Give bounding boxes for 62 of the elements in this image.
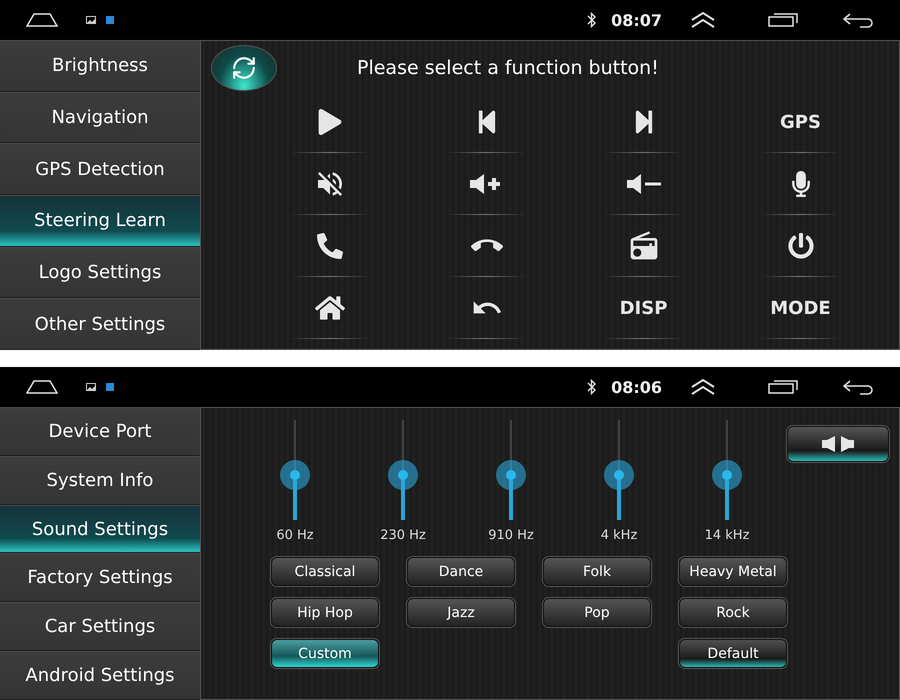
- function-button[interactable]: [786, 231, 816, 261]
- clock-time: 08:06: [611, 378, 662, 396]
- slider-thumb[interactable]: [712, 460, 742, 490]
- sidebar-item[interactable]: Other Settings: [0, 298, 200, 350]
- chevrons-up-icon: [690, 11, 716, 29]
- band-label: 230 Hz: [380, 528, 426, 543]
- home-icon: [26, 13, 58, 27]
- volume-down-icon: [624, 171, 662, 197]
- bluetooth-icon: [587, 379, 598, 395]
- band-label: 14 kHz: [704, 528, 750, 543]
- preset-button[interactable]: Pop: [543, 598, 651, 627]
- sidebar-item[interactable]: Logo Settings: [0, 246, 200, 298]
- sidebar-item[interactable]: Car Settings: [0, 602, 200, 652]
- function-button[interactable]: [314, 231, 344, 261]
- slider-thumb[interactable]: [280, 460, 310, 490]
- chevrons-up-icon: [690, 378, 716, 396]
- preset-button[interactable]: Hip Hop: [271, 598, 379, 627]
- preset-button[interactable]: Jazz: [407, 598, 515, 627]
- sidebar-item[interactable]: GPS Detection: [0, 143, 200, 196]
- preset-button[interactable]: Dance: [407, 557, 515, 586]
- sidebar-item[interactable]: Brightness: [0, 40, 200, 92]
- speaker-button[interactable]: [787, 426, 889, 462]
- function-button[interactable]: GPS: [778, 110, 823, 134]
- prompt-text: Please select a function button!: [357, 57, 659, 79]
- recent-apps-icon: [768, 13, 798, 27]
- sidebar-item[interactable]: Factory Settings: [0, 553, 200, 602]
- preset-button[interactable]: Rock: [679, 598, 787, 627]
- sidebar-item[interactable]: System Info: [0, 456, 200, 505]
- power-icon: [788, 233, 814, 259]
- sidebar-item[interactable]: Steering Learn: [0, 195, 200, 247]
- function-button[interactable]: DISP: [618, 296, 670, 320]
- back-icon: [842, 12, 874, 28]
- app-icon: [106, 383, 114, 391]
- default-button[interactable]: Default: [679, 639, 787, 668]
- sidebar-item[interactable]: Navigation: [0, 92, 200, 144]
- preset-button[interactable]: Classical: [271, 557, 379, 586]
- function-button[interactable]: MODE: [768, 296, 833, 320]
- band-label: 4 kHz: [600, 528, 638, 543]
- preset-button[interactable]: Custom: [271, 639, 379, 668]
- app-icon: [106, 16, 114, 24]
- home-icon: [26, 380, 58, 394]
- band-label: 910 Hz: [488, 528, 534, 543]
- bluetooth-icon: [587, 12, 598, 28]
- sidebar-item[interactable]: Android Settings: [0, 651, 200, 700]
- radio-icon: [628, 230, 660, 262]
- refresh-icon: [231, 55, 257, 81]
- band-label: 60 Hz: [276, 528, 314, 543]
- slider-thumb[interactable]: [604, 460, 634, 490]
- phone-icon: [316, 233, 342, 259]
- image-icon: [86, 16, 96, 24]
- recent-apps-icon: [768, 380, 798, 394]
- slider-thumb[interactable]: [496, 460, 526, 490]
- back-icon: [842, 379, 874, 395]
- preset-button[interactable]: Heavy Metal: [679, 557, 787, 586]
- sidebar-item[interactable]: Sound Settings: [0, 504, 200, 554]
- clock-time: 08:07: [611, 10, 662, 30]
- slider-thumb[interactable]: [388, 460, 418, 490]
- image-icon: [86, 383, 96, 391]
- play-icon: [316, 109, 342, 135]
- speakers-icon: [821, 435, 855, 453]
- preset-button[interactable]: Folk: [543, 557, 651, 586]
- sidebar-item[interactable]: Device Port: [0, 407, 200, 456]
